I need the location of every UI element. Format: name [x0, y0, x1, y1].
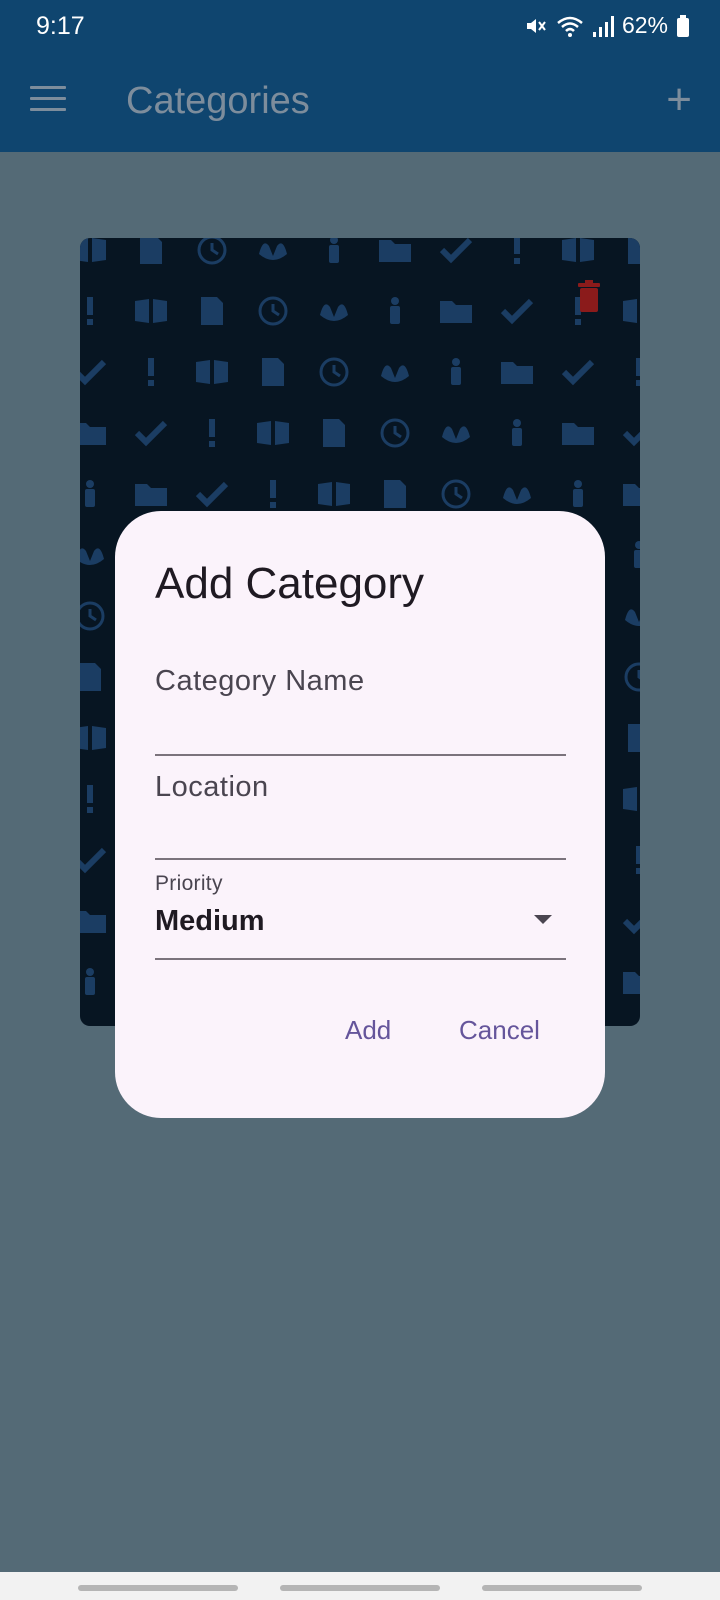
book-icon	[135, 299, 167, 323]
nav-back-button[interactable]	[482, 1585, 642, 1591]
hands-icon	[625, 609, 640, 626]
battery-icon	[677, 14, 689, 37]
check-icon	[561, 359, 595, 386]
clock-icon	[258, 296, 288, 326]
person-icon	[390, 297, 400, 324]
priority-label: Priority	[155, 872, 223, 895]
document-icon	[628, 724, 640, 752]
folder-icon	[80, 423, 106, 445]
location-field[interactable]: Location	[155, 756, 566, 860]
document-icon	[384, 480, 406, 508]
exclamation-icon	[87, 785, 93, 813]
exclamation-icon	[148, 358, 154, 386]
location-placeholder: Location	[155, 771, 269, 803]
page-title: Categories	[126, 80, 310, 122]
check-icon	[622, 430, 640, 447]
clock-icon	[197, 238, 227, 265]
nav-recents-button[interactable]	[78, 1585, 238, 1591]
wifi-icon	[557, 16, 583, 37]
exclamation-icon	[636, 358, 640, 386]
person-icon	[329, 238, 339, 263]
clock-icon	[441, 479, 471, 509]
clock-icon	[319, 357, 349, 387]
book-icon	[318, 482, 350, 506]
signal-icon	[592, 15, 614, 37]
person-icon	[634, 541, 640, 568]
book-icon	[80, 238, 106, 262]
app-bar: Categories +	[0, 52, 720, 152]
add-category-dialog: Add Category Category Name Location Prio…	[115, 511, 605, 1118]
hands-icon	[259, 243, 287, 260]
person-icon	[573, 480, 583, 507]
status-time: 9:17	[36, 12, 85, 40]
book-icon	[562, 238, 594, 262]
folder-icon	[440, 301, 472, 323]
exclamation-icon	[514, 238, 520, 264]
battery-percent: 62%	[621, 12, 668, 38]
dialog-title: Add Category	[155, 559, 425, 608]
check-icon	[195, 481, 229, 508]
hands-icon	[442, 426, 470, 443]
check-icon	[622, 918, 640, 935]
folder-icon	[80, 911, 106, 933]
document-icon	[323, 419, 345, 447]
exclamation-icon	[270, 480, 276, 508]
status-bar: 9:17 62%	[0, 0, 720, 52]
mute-icon	[526, 18, 546, 33]
priority-value: Medium	[155, 905, 265, 937]
exclamation-icon	[209, 419, 215, 447]
folder-icon	[623, 972, 640, 994]
priority-dropdown[interactable]: Priority Medium	[155, 860, 566, 960]
system-nav-bar	[0, 1572, 720, 1600]
book-icon	[257, 421, 289, 445]
document-icon	[262, 358, 284, 386]
check-icon	[80, 359, 107, 386]
folder-icon	[562, 423, 594, 445]
person-icon	[512, 419, 522, 446]
check-icon	[80, 847, 107, 874]
person-icon	[85, 480, 95, 507]
folder-icon	[379, 240, 411, 262]
book-icon	[80, 726, 106, 750]
check-icon	[500, 298, 534, 325]
exclamation-icon	[87, 297, 93, 325]
plus-icon[interactable]: +	[666, 76, 692, 124]
nav-home-button[interactable]	[280, 1585, 440, 1591]
status-icons: 62%	[524, 12, 690, 39]
check-icon	[134, 420, 168, 447]
folder-icon	[623, 484, 640, 506]
document-icon	[140, 238, 162, 264]
book-icon	[196, 360, 228, 384]
priority-underline	[155, 958, 566, 960]
clock-icon	[380, 418, 410, 448]
add-button[interactable]: Add	[345, 1015, 391, 1046]
person-icon	[451, 358, 461, 385]
cancel-button[interactable]: Cancel	[459, 1015, 540, 1046]
clock-icon	[80, 601, 105, 631]
hamburger-menu-icon[interactable]	[30, 86, 66, 116]
folder-icon	[135, 484, 167, 506]
document-icon	[80, 663, 101, 691]
category-name-placeholder: Category Name	[155, 665, 365, 697]
folder-icon	[501, 362, 533, 384]
trash-icon[interactable]	[576, 280, 602, 312]
book-icon	[623, 787, 637, 811]
document-icon	[201, 297, 223, 325]
dropdown-arrow-icon	[534, 915, 552, 924]
hands-icon	[381, 365, 409, 382]
exclamation-icon	[636, 846, 640, 874]
document-icon	[628, 238, 640, 264]
book-icon	[623, 299, 637, 323]
hands-icon	[80, 548, 104, 565]
hands-icon	[320, 304, 348, 321]
hands-icon	[503, 487, 531, 504]
category-name-field[interactable]: Category Name	[155, 638, 566, 756]
clock-icon	[624, 662, 640, 692]
check-icon	[439, 238, 473, 264]
person-icon	[85, 968, 95, 995]
